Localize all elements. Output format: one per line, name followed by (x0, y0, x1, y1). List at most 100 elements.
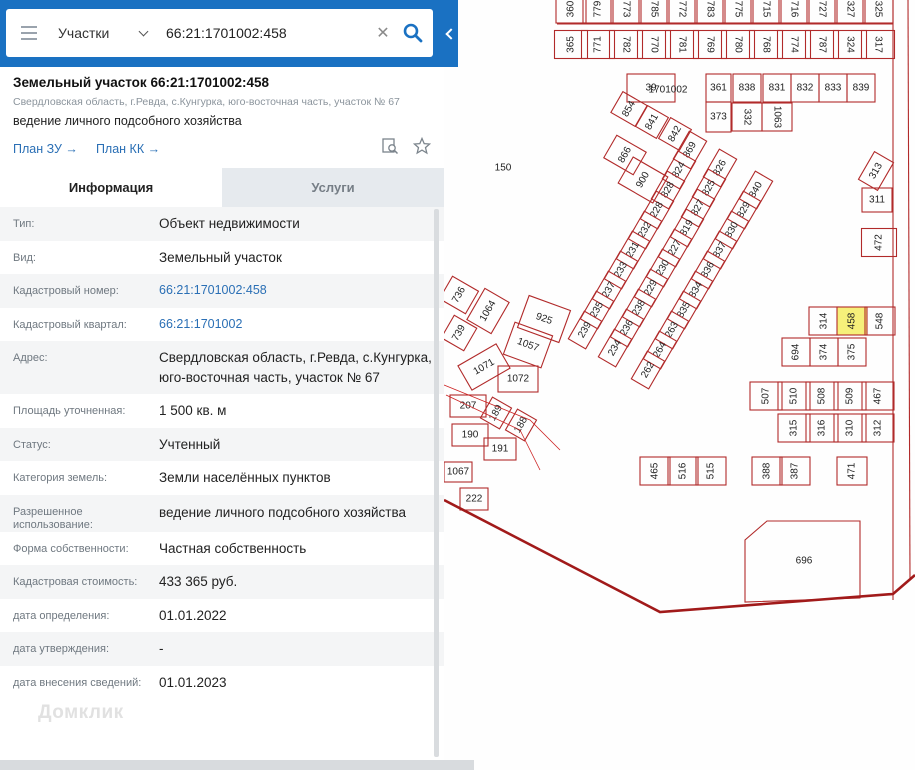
parcel-label-310: 310 (845, 419, 856, 436)
detail-row-date-approved: дата утверждения: - (0, 632, 444, 666)
parcel-label-263: 263 (663, 320, 681, 340)
watermark-logo: Домклик (38, 702, 124, 723)
page-title: Земельный участок 66:21:1701002:458 (13, 75, 270, 90)
plan-zu-link[interactable]: План ЗУ → (13, 142, 78, 156)
detail-row-area: Площадь уточненная: 1 500 кв. м (0, 394, 444, 428)
parcel-label-325: 325 (872, 1, 883, 18)
parcel-label-327: 327 (844, 1, 855, 18)
bottom-strip (0, 760, 474, 770)
parcel-label-231: 231 (624, 240, 642, 260)
tab-services[interactable]: Услуги (222, 168, 444, 207)
parcel-label-787: 787 (816, 36, 827, 53)
parcel-label-233: 233 (612, 260, 630, 280)
parcel-label-832: 832 (797, 83, 814, 94)
parcel-label-772: 772 (676, 1, 687, 18)
detail-label: дата внесения сведений: (13, 676, 142, 689)
quarter-label: 1701002 (649, 85, 688, 96)
parcel-label-819: 819 (678, 218, 696, 238)
detail-value: 1 500 кв. м (159, 403, 227, 418)
plan-kk-link[interactable]: План КК → (96, 142, 160, 156)
parcel-label-388: 388 (762, 462, 773, 479)
parcel-label-900: 900 (634, 170, 652, 190)
search-icon[interactable] (393, 9, 433, 57)
parcel-label-317: 317 (872, 36, 883, 53)
detail-row-date-entered: дата внесения сведений: 01.01.2023 (0, 665, 444, 699)
star-icon[interactable] (412, 136, 432, 160)
parcel-label-773: 773 (620, 1, 631, 18)
address-subtitle: Свердловская область, г.Ревда, с.Кунгурк… (13, 96, 400, 108)
parcel-label-838: 838 (739, 83, 756, 94)
parcel-label-312: 312 (873, 419, 884, 436)
parcel-label-1067: 1067 (447, 467, 470, 478)
parcel-label-314: 314 (819, 312, 830, 329)
menu-icon[interactable] (6, 9, 52, 57)
detail-label: Форма собственности: (13, 542, 129, 555)
detail-value: Земли населённых пунктов (159, 470, 331, 485)
parcel-label-780: 780 (732, 36, 743, 53)
detail-row-type: Тип: Объект недвижимости (0, 207, 444, 241)
cadastral-number-link[interactable]: 66:21:1701002:458 (159, 274, 444, 308)
detail-label: Кадастровый номер: (13, 285, 119, 297)
top-bar: Участки ✕ (0, 0, 458, 67)
parcel-label-227: 227 (666, 238, 684, 258)
detail-value: 01.01.2022 (159, 607, 227, 623)
parcel-label-785: 785 (648, 1, 659, 18)
parcel-label-831: 831 (769, 83, 786, 94)
search-type-select[interactable]: Участки (52, 9, 152, 57)
detail-value: Объект недвижимости (159, 216, 300, 231)
info-panel: Земельный участок 66:21:1701002:458 Свер… (0, 67, 444, 770)
detail-label: Кадастровая стоимость: (13, 576, 138, 588)
parcel-label-387: 387 (790, 462, 801, 479)
parcel-label-228: 228 (648, 200, 666, 220)
parcel-label-1071: 1071 (472, 357, 497, 378)
south-boundary (443, 498, 915, 614)
parcel-label-234: 234 (606, 338, 624, 358)
collapse-panel-button[interactable] (440, 0, 458, 67)
search-input[interactable] (152, 9, 373, 57)
parcel-label-509: 509 (845, 387, 856, 404)
detail-row-land-category: Категория земель: Земли населённых пункто… (0, 461, 444, 495)
detail-label: Площадь уточненная: (13, 405, 126, 417)
parcel-label-238: 238 (630, 298, 648, 318)
detail-label: Адрес: (13, 352, 48, 364)
detail-row-status: Статус: Учтенный (0, 427, 444, 461)
parcel-label-229: 229 (642, 278, 660, 298)
chevron-down-icon (138, 26, 149, 37)
parcel-label-315: 315 (789, 419, 800, 436)
parcel-label-313: 313 (867, 161, 885, 181)
plan-links: План ЗУ → План КК → (13, 136, 432, 160)
detail-value: Земельный участок (159, 249, 282, 265)
scrollbar[interactable] (434, 209, 439, 757)
parcel-label-828: 828 (659, 180, 677, 200)
parcel-label-230: 230 (654, 258, 672, 278)
parcel-label-311: 311 (869, 195, 885, 206)
parcel-label-237: 237 (600, 280, 618, 300)
parcel-label-840: 840 (747, 180, 765, 200)
parcel-label-324: 324 (844, 36, 855, 53)
detail-label: Разрешенное использование: (13, 505, 93, 531)
parcel-label-696: 696 (796, 556, 813, 567)
detail-label: Тип: (13, 218, 35, 230)
close-icon[interactable]: ✕ (373, 9, 393, 57)
search-doc-icon[interactable] (381, 137, 399, 160)
detail-value: Частная собственность (159, 540, 307, 556)
parcel-label-783: 783 (704, 1, 715, 18)
parcel-label-836: 836 (699, 260, 717, 280)
parcel-label-264: 264 (651, 340, 669, 360)
tab-information[interactable]: Информация (0, 168, 222, 207)
parcel-label-374: 374 (819, 343, 830, 360)
detail-row-ownership: Форма собственности: Частная собственност… (0, 531, 444, 565)
parcel-label-1072: 1072 (507, 374, 530, 385)
detail-value: ведение личного подсобного хозяйства (159, 505, 407, 521)
panel-header: Земельный участок 66:21:1701002:458 Свер… (0, 67, 444, 168)
detail-row-cadastral-quarter: Кадастровый квартал: 66:21:1701002 (0, 307, 444, 342)
use-subtitle: ведение личного подсобного хозяйства (13, 114, 242, 128)
detail-row-date-determined: дата определения: 01.01.2022 (0, 598, 444, 632)
parcel-label-222: 222 (466, 494, 483, 505)
tab-bar: Информация Услуги (0, 168, 444, 207)
parcel-label-467: 467 (873, 387, 884, 404)
parcel-label-770: 770 (648, 36, 659, 53)
cadastral-quarter-link[interactable]: 66:21:1701002 (159, 308, 444, 342)
parcel-label-715: 715 (760, 1, 771, 18)
parcel-label-365: 365 (566, 36, 577, 53)
